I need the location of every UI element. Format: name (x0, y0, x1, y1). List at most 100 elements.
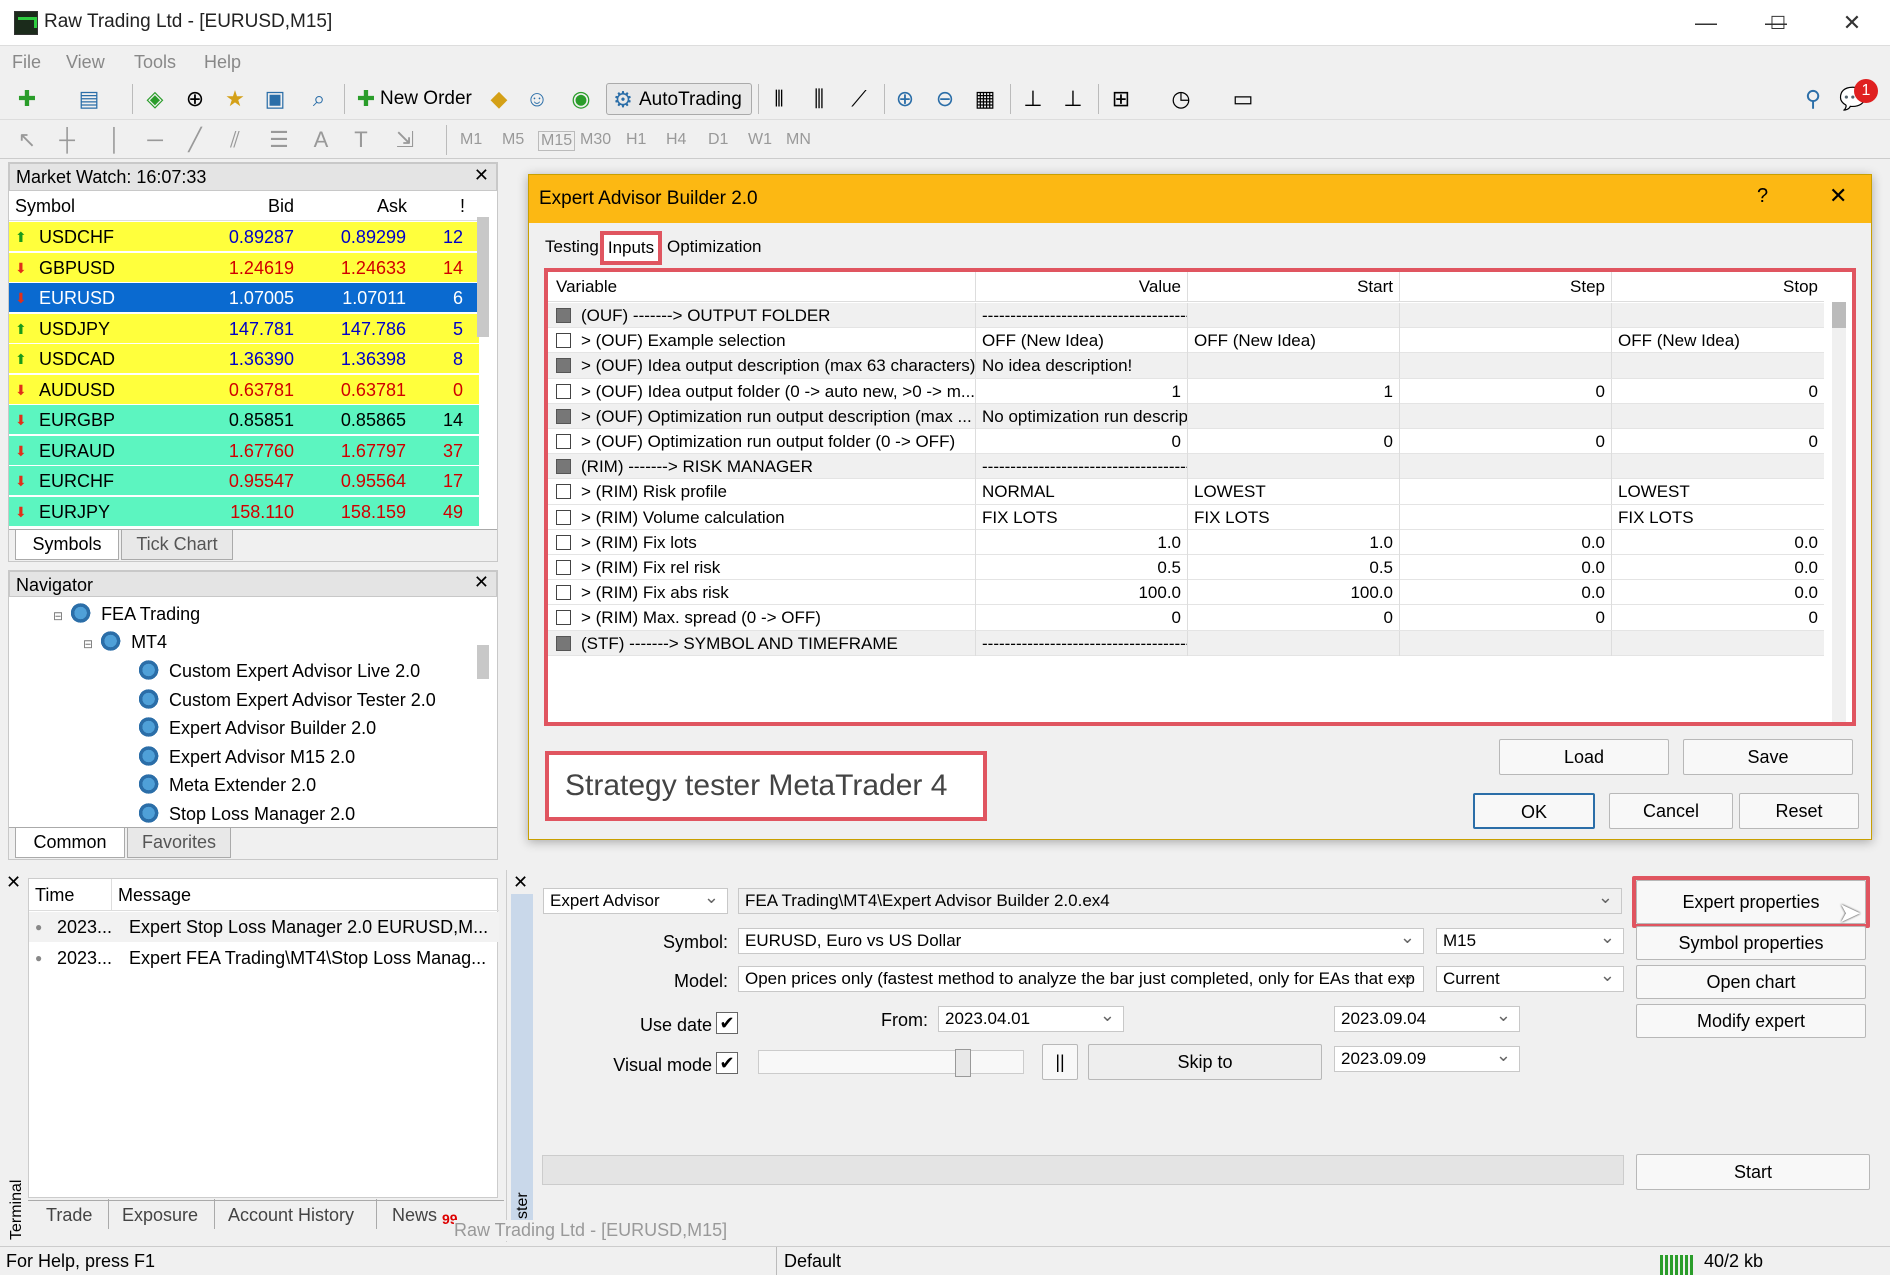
input-row[interactable]: > (OUF) Example selection OFF (New Idea) O… (548, 328, 1824, 354)
metaeditor-icon[interactable]: ◆ (482, 83, 516, 115)
timeframe-m1[interactable]: M1 (460, 131, 482, 149)
start-cell[interactable]: 100.0 (1187, 580, 1399, 606)
start-button[interactable]: Start (1636, 1154, 1870, 1190)
tab-optimization[interactable]: Optimization (667, 237, 761, 257)
start-cell[interactable] (1187, 403, 1399, 429)
start-cell[interactable]: 0.5 (1187, 555, 1399, 580)
optimize-checkbox[interactable] (556, 308, 571, 323)
value-cell[interactable]: No optimization run description! (975, 403, 1187, 429)
optimize-checkbox[interactable] (556, 635, 571, 651)
tab-tick-chart[interactable]: Tick Chart (121, 530, 233, 560)
templates-icon[interactable]: ▭ (1226, 83, 1260, 115)
skip-to-button[interactable]: Skip to (1088, 1044, 1322, 1080)
stop-cell[interactable]: 0.0 (1611, 555, 1824, 580)
terminal-icon[interactable]: ▣ (258, 83, 292, 115)
vertical-line-icon[interactable]: │ (98, 124, 132, 156)
load-button[interactable]: Load (1499, 739, 1669, 775)
open-chart-button[interactable]: Open chart (1636, 965, 1866, 999)
zoom-out-icon[interactable]: ⊖ (928, 83, 962, 115)
step-cell[interactable] (1399, 403, 1611, 429)
value-cell[interactable]: 1.0 (975, 529, 1187, 555)
timeframe-m15[interactable]: M15 (538, 131, 576, 151)
value-cell[interactable]: 0 (975, 605, 1187, 631)
input-row[interactable]: > (OUF) Optimization run output descript… (548, 403, 1824, 429)
optimize-checkbox[interactable] (556, 560, 571, 575)
start-cell[interactable]: 0 (1187, 429, 1399, 454)
chat-icon[interactable]: ☺ (520, 83, 554, 115)
input-row[interactable]: > (OUF) Optimization run output folder (… (548, 429, 1824, 455)
candlestick-icon[interactable]: ⫼ (802, 83, 836, 115)
optimize-checkbox[interactable] (556, 610, 571, 626)
stop-cell[interactable] (1611, 353, 1824, 379)
strategy-tester-icon[interactable]: ⌕ (302, 83, 336, 115)
input-row[interactable]: (RIM) -------> RISK MANAGER -------------… (548, 454, 1824, 480)
start-cell[interactable]: OFF (New Idea) (1187, 328, 1399, 354)
to-date-input[interactable]: 2023.09.04 (1334, 1006, 1520, 1032)
close-terminal-icon[interactable]: ✕ (6, 872, 21, 893)
step-cell[interactable] (1399, 504, 1611, 530)
input-row[interactable]: (STF) -------> SYMBOL AND TIMEFRAME -----… (548, 630, 1824, 656)
nav-item-expert[interactable]: Custom Expert Advisor Tester 2.0 (139, 689, 436, 711)
close-navigator-icon[interactable]: ✕ (474, 572, 489, 593)
use-date-checkbox[interactable]: ✔ (716, 1012, 738, 1034)
notifications-icon[interactable]: 💬 1 (1836, 79, 1878, 115)
dialog-close-icon[interactable]: ✕ (1829, 183, 1847, 209)
value-cell[interactable]: FIX LOTS (975, 504, 1187, 530)
model-select[interactable]: Open prices only (fastest method to anal… (738, 966, 1424, 992)
value-cell[interactable]: ----------------------------------------… (975, 303, 1187, 328)
menu-tools[interactable]: Tools (134, 52, 176, 73)
skip-to-date-input[interactable]: 2023.09.09 (1334, 1046, 1520, 1072)
tile-windows-icon[interactable]: ▦ (968, 83, 1002, 115)
nav-item-expert[interactable]: Expert Advisor Builder 2.0 (139, 717, 376, 739)
timeframe-m5[interactable]: M5 (502, 131, 524, 149)
inputs-scrollbar-thumb[interactable] (1832, 302, 1846, 328)
column-step[interactable]: Step (1399, 272, 1611, 302)
start-cell[interactable] (1187, 454, 1399, 480)
tab-testing[interactable]: Testing (545, 237, 599, 257)
visual-mode-checkbox[interactable]: ✔ (716, 1052, 738, 1074)
stop-cell[interactable] (1611, 454, 1824, 480)
timeframe-w1[interactable]: W1 (748, 131, 772, 149)
value-cell[interactable]: OFF (New Idea) (975, 328, 1187, 354)
period-select[interactable]: M15 (1436, 928, 1624, 954)
stop-cell[interactable]: LOWEST (1611, 479, 1824, 505)
optimize-checkbox[interactable] (556, 509, 571, 525)
minimize-window-icon[interactable]: — (1670, 0, 1742, 46)
input-row[interactable]: > (RIM) Fix abs risk 100.0 100.0 0.0 0.0 (548, 580, 1824, 606)
input-row[interactable]: (OUF) -------> OUTPUT FOLDER ------------… (548, 303, 1824, 329)
step-cell[interactable]: 0.0 (1399, 555, 1611, 580)
column-time[interactable]: Time (35, 879, 74, 911)
crosshair-icon[interactable]: ⊕ (178, 83, 212, 115)
close-window-icon[interactable]: ✕ (1816, 0, 1888, 46)
text-icon[interactable]: A (304, 124, 338, 156)
stop-cell[interactable]: 0 (1611, 378, 1824, 404)
navigator-scrollbar[interactable] (477, 645, 489, 679)
column-stop[interactable]: Stop (1611, 272, 1824, 302)
chart-shift-icon[interactable]: ⊥ (1016, 83, 1050, 115)
modify-expert-button[interactable]: Modify expert (1636, 1004, 1866, 1038)
step-cell[interactable]: 0.0 (1399, 529, 1611, 555)
market-watch-row[interactable]: ⬇ EURJPY 158.110 158.159 49 (9, 496, 479, 527)
navigator-icon[interactable]: ★ (218, 83, 252, 115)
tab-favorites[interactable]: Favorites (127, 828, 231, 858)
optimize-checkbox[interactable] (556, 383, 571, 399)
step-cell[interactable] (1399, 454, 1611, 480)
market-watch-row[interactable]: ⬇ EURGBP 0.85851 0.85865 14 (9, 405, 479, 435)
start-cell[interactable]: FIX LOTS (1187, 504, 1399, 530)
symbol-properties-button[interactable]: Symbol properties (1636, 926, 1866, 960)
close-tester-icon[interactable]: ✕ (513, 872, 528, 893)
dialog-help-icon[interactable]: ? (1757, 185, 1768, 208)
crosshair-tool-icon[interactable]: ┼ (50, 124, 84, 156)
channel-icon[interactable]: ⫽ (218, 124, 252, 156)
start-cell[interactable]: 1 (1187, 378, 1399, 404)
reset-button[interactable]: Reset (1739, 793, 1859, 829)
value-cell[interactable]: NORMAL (975, 479, 1187, 505)
optimize-checkbox[interactable] (556, 534, 571, 550)
step-cell[interactable] (1399, 328, 1611, 354)
start-cell[interactable]: LOWEST (1187, 479, 1399, 505)
signals-icon[interactable]: ◉ (564, 83, 598, 115)
column-value[interactable]: Value (975, 272, 1187, 302)
tab-trade[interactable]: Trade (46, 1205, 92, 1226)
step-cell[interactable] (1399, 630, 1611, 656)
step-cell[interactable] (1399, 353, 1611, 379)
